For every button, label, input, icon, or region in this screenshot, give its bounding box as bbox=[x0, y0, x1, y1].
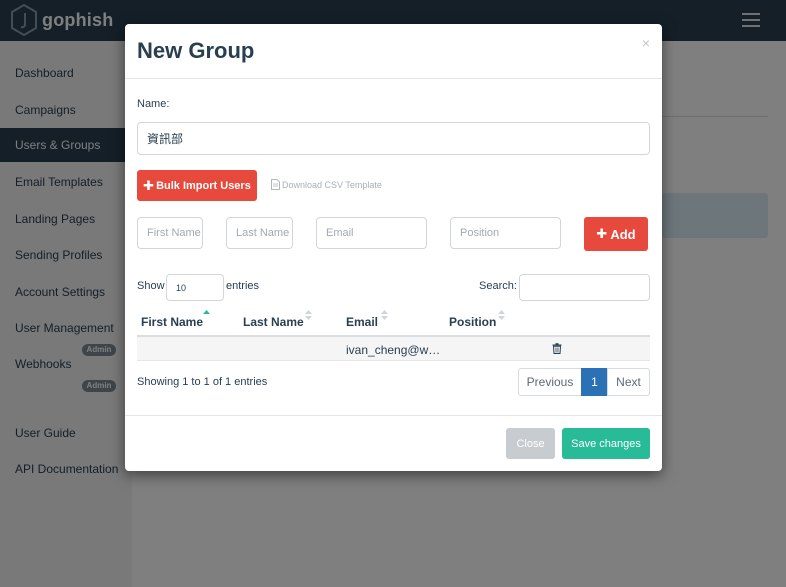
sort-asc-icon bbox=[203, 310, 210, 314]
sort-icon bbox=[381, 310, 388, 320]
modal-footer-divider bbox=[125, 415, 662, 416]
email-field[interactable]: Email bbox=[316, 217, 427, 249]
close-button[interactable]: Close bbox=[506, 428, 555, 459]
entries-per-page-input[interactable]: 10 bbox=[166, 274, 224, 301]
name-label: Name: bbox=[137, 98, 170, 110]
search-label: Search: bbox=[479, 280, 517, 292]
column-header-email[interactable]: Email bbox=[346, 315, 378, 329]
column-header-position[interactable]: Position bbox=[449, 315, 496, 329]
pagination-page-1[interactable]: 1 bbox=[581, 368, 608, 396]
cell-email: ivan_cheng@w… bbox=[346, 343, 441, 357]
show-label: Show bbox=[137, 280, 165, 292]
pagination-next[interactable]: Next bbox=[607, 368, 650, 396]
modal-title: New Group bbox=[137, 38, 255, 63]
position-field[interactable]: Position bbox=[450, 217, 561, 249]
pagination-previous[interactable]: Previous bbox=[518, 368, 582, 396]
bulk-import-label: Bulk Import Users bbox=[156, 179, 251, 192]
csv-template-label: Download CSV Template bbox=[282, 179, 382, 190]
table-info: Showing 1 to 1 of 1 entries bbox=[137, 376, 268, 388]
last-name-field[interactable]: Last Name bbox=[226, 217, 293, 249]
bulk-import-users-button[interactable]: ✚ Bulk Import Users bbox=[137, 170, 257, 201]
group-name-input[interactable]: 資訊部 bbox=[137, 122, 650, 155]
plus-icon: ✚ bbox=[596, 226, 608, 241]
search-input[interactable] bbox=[519, 274, 650, 301]
plus-icon: ✚ bbox=[143, 177, 155, 193]
download-csv-template-link[interactable]: Download CSV Template bbox=[271, 179, 382, 190]
sort-icon bbox=[498, 310, 505, 320]
file-icon bbox=[271, 179, 280, 190]
sort-icon bbox=[305, 310, 312, 320]
add-label: Add bbox=[610, 226, 636, 242]
save-changes-button[interactable]: Save changes bbox=[562, 428, 650, 459]
modal-header: New Group × bbox=[125, 24, 662, 79]
column-header-first-name[interactable]: First Name bbox=[141, 315, 203, 329]
entries-label: entries bbox=[226, 280, 260, 292]
first-name-field[interactable]: First Name bbox=[137, 217, 203, 249]
add-user-button[interactable]: ✚ Add bbox=[584, 217, 648, 251]
column-header-last-name[interactable]: Last Name bbox=[243, 315, 304, 329]
close-icon[interactable]: × bbox=[642, 35, 650, 51]
trash-icon[interactable] bbox=[552, 343, 562, 354]
new-group-modal: New Group × Name: 資訊部 ✚ Bulk Import User… bbox=[125, 24, 662, 471]
